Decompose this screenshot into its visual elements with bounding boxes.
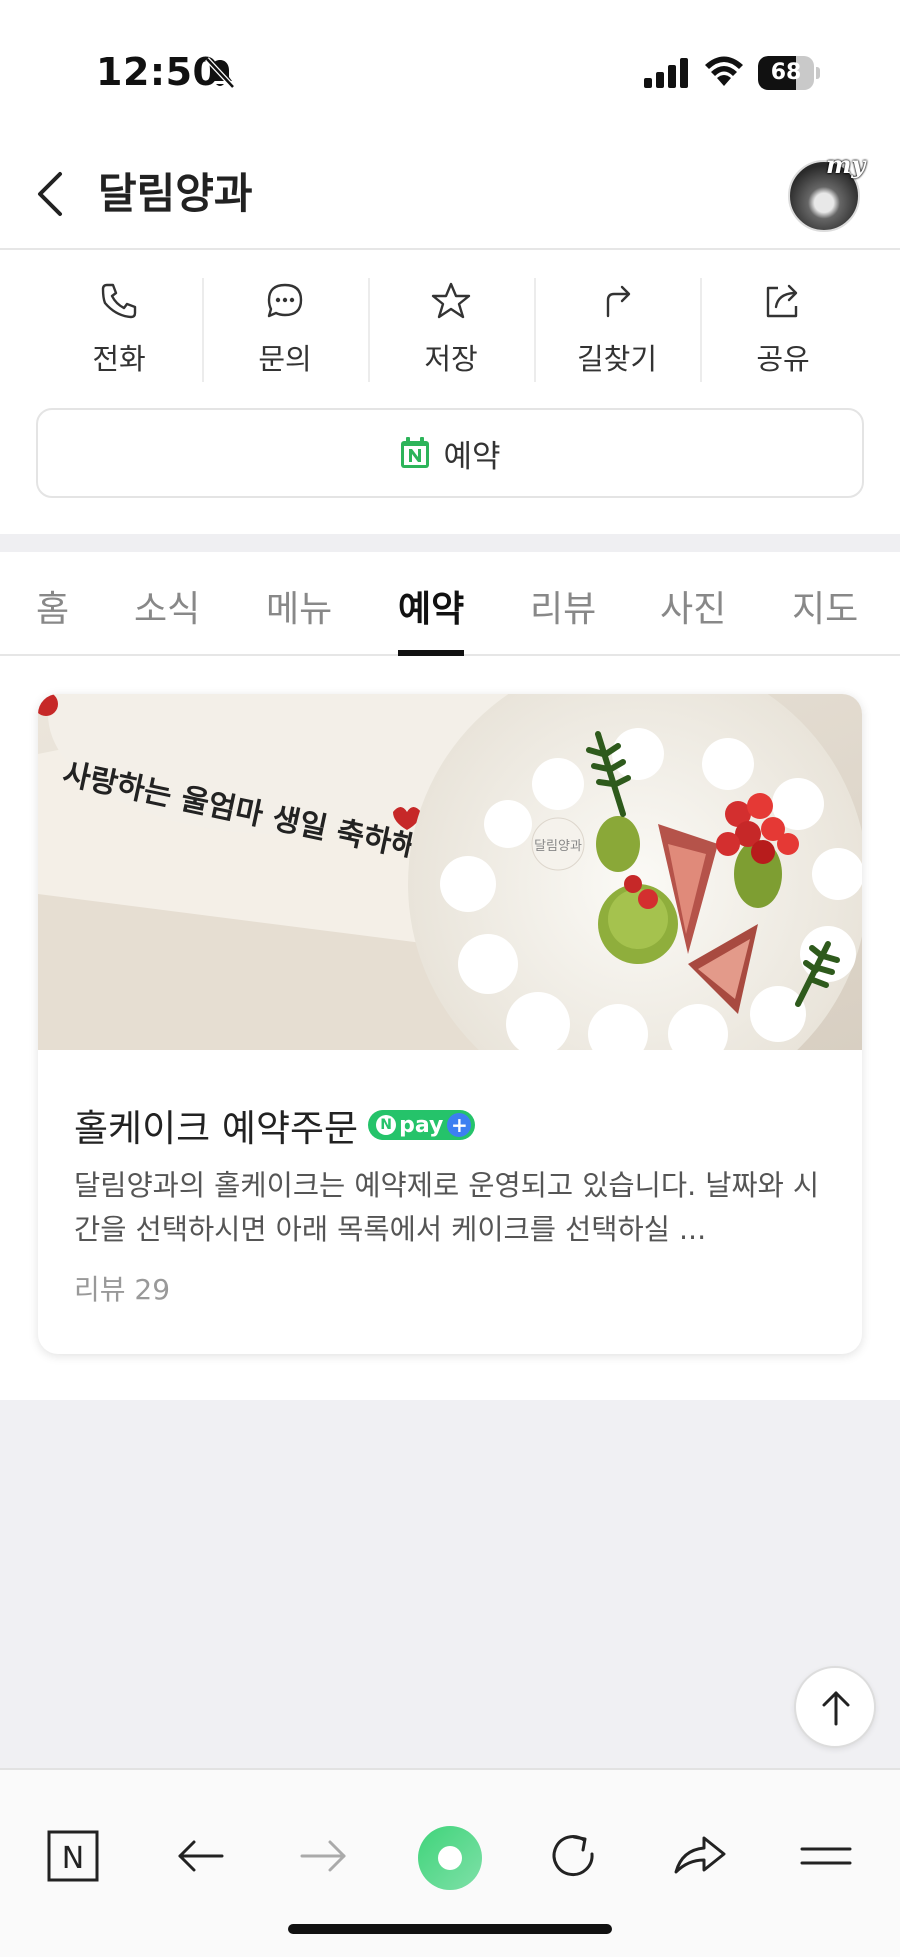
header: 달림양과 my — [0, 140, 900, 250]
tab-bar: 홈 소식 메뉴 예약 리뷰 사진 지도 — [0, 552, 900, 656]
scroll-to-top-button[interactable] — [794, 1666, 876, 1748]
product-card[interactable]: 사랑하는 울엄마 생일 축하해요 달림양과 홀케이크 예약주문 N pay + … — [38, 694, 862, 1354]
share-icon — [766, 284, 798, 318]
back-arrow-icon — [178, 1840, 224, 1872]
npay-text: pay — [399, 1112, 444, 1138]
page-background — [0, 1400, 900, 1768]
inquiry-label: 문의 — [258, 342, 312, 376]
status-time: 12:50 — [96, 50, 220, 94]
tab-home[interactable]: 홈 — [36, 580, 69, 632]
my-badge: my — [826, 150, 866, 179]
reload-button[interactable] — [542, 1824, 606, 1888]
browser-share-button[interactable] — [668, 1824, 732, 1888]
reserve-label: 예약 — [443, 438, 501, 475]
chat-icon — [267, 283, 303, 318]
browser-forward-button[interactable] — [292, 1824, 356, 1888]
tab-menu[interactable]: 메뉴 — [266, 580, 332, 632]
wifi-icon — [705, 56, 743, 86]
save-button[interactable]: 저장 — [368, 278, 534, 382]
tab-reservation[interactable]: 예약 — [398, 580, 464, 632]
share-label: 공유 — [756, 342, 810, 376]
section-divider — [0, 534, 900, 552]
green-dot-icon[interactable] — [418, 1826, 482, 1890]
card-title-row: 홀케이크 예약주문 N pay + — [74, 1098, 476, 1152]
directions-label: 길찾기 — [576, 342, 658, 376]
back-chevron-icon[interactable] — [28, 164, 84, 224]
tab-photos[interactable]: 사진 — [660, 580, 726, 632]
action-row: 전화 문의 저장 길찾기 공유 — [36, 278, 866, 382]
call-label: 전화 — [92, 342, 146, 376]
reserve-button[interactable]: 예약 — [36, 408, 864, 498]
npay-plus-icon: + — [447, 1113, 472, 1137]
status-bar: 12:50 68 — [0, 0, 900, 120]
naver-home-icon: N — [47, 1830, 99, 1882]
cake-logo-text: 달림양과 — [534, 839, 582, 854]
bell-muted-icon — [205, 57, 235, 89]
signal-icon — [644, 58, 688, 88]
menu-icon — [800, 1847, 852, 1865]
tab-map[interactable]: 지도 — [792, 580, 858, 632]
directions-button[interactable]: 길찾기 — [534, 278, 700, 382]
forward-arrow-icon — [300, 1840, 346, 1872]
tab-news[interactable]: 소식 — [134, 580, 200, 632]
card-description: 달림양과의 홀케이크는 예약제로 운영되고 있습니다. 날짜와 시간을 선택하시… — [74, 1169, 820, 1246]
share-arrow-icon — [674, 1836, 726, 1874]
battery-percent: 68 — [770, 60, 802, 85]
save-label: 저장 — [424, 342, 478, 376]
phone-icon — [101, 283, 137, 319]
star-icon — [431, 282, 471, 319]
arrow-up-icon — [822, 1691, 850, 1726]
tab-reviews[interactable]: 리뷰 — [530, 580, 596, 632]
inquiry-button[interactable]: 문의 — [202, 278, 368, 382]
reload-icon — [552, 1835, 594, 1877]
npay-badge: N pay + — [368, 1110, 476, 1140]
page-title: 달림양과 — [98, 169, 253, 218]
browser-back-button[interactable] — [168, 1824, 232, 1888]
directions-icon — [606, 285, 631, 318]
review-count: 리뷰 29 — [74, 1273, 171, 1306]
browser-menu-button[interactable] — [794, 1824, 858, 1888]
call-button[interactable]: 전화 — [36, 278, 202, 382]
home-indicator[interactable] — [288, 1924, 612, 1934]
naver-home-button[interactable]: N — [41, 1824, 105, 1888]
naver-calendar-icon — [401, 437, 430, 468]
npay-n-icon: N — [376, 1115, 397, 1135]
share-button[interactable]: 공유 — [700, 278, 866, 382]
cake-photo: 사랑하는 울엄마 생일 축하해요 달림양과 — [38, 694, 862, 1050]
card-title: 홀케이크 예약주문 — [74, 1107, 359, 1150]
battery-icon: 68 — [758, 56, 820, 90]
naver-home-letter: N — [62, 1841, 84, 1876]
